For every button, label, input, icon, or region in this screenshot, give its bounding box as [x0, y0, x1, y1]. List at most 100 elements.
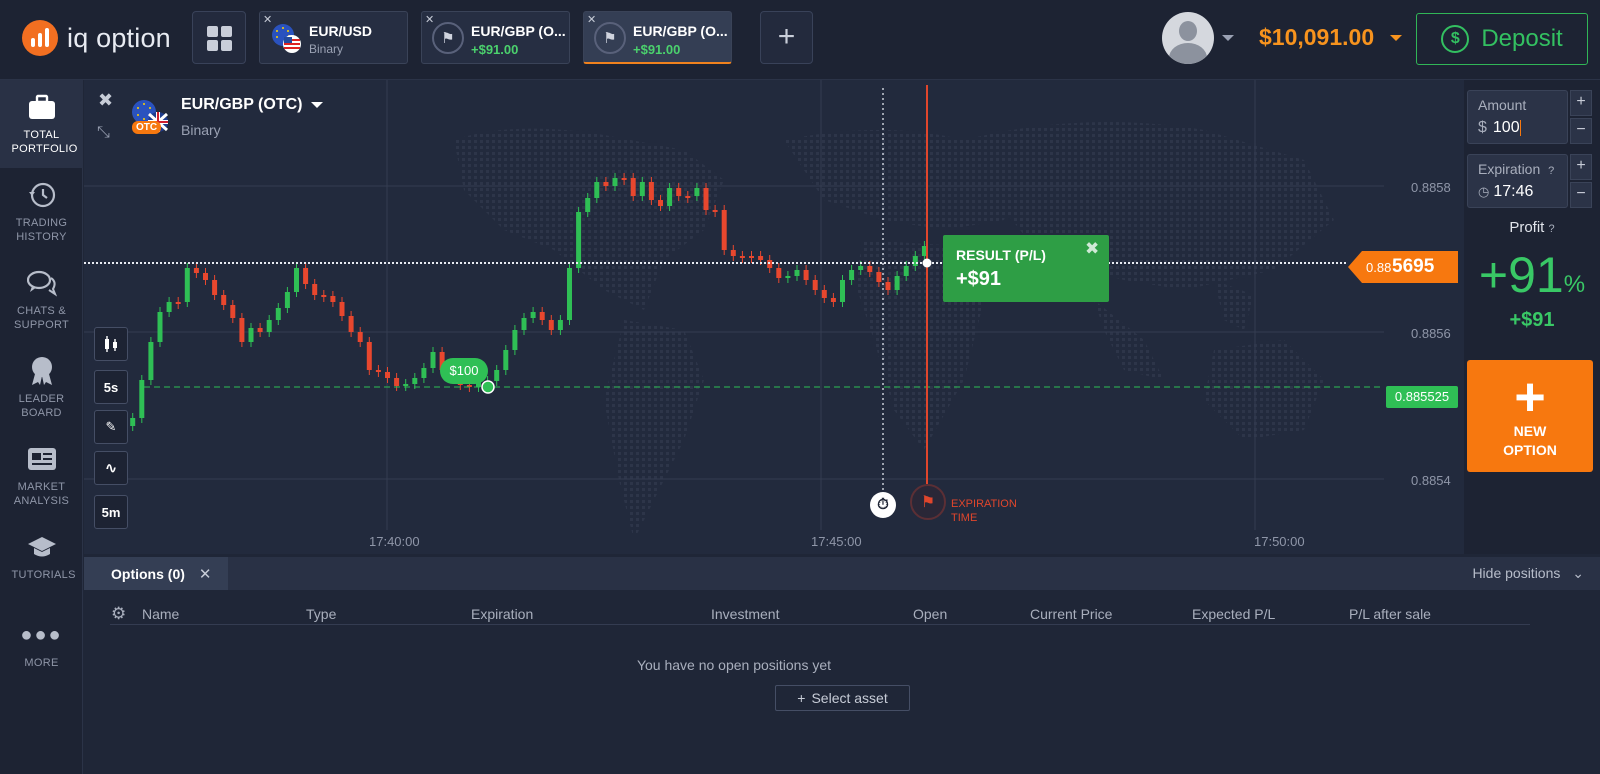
asset-tab-eurusd[interactable]: ✕ EUR/USD Binary [259, 11, 408, 64]
candle-timeframe-button[interactable]: 5s [94, 370, 128, 404]
candle [394, 378, 400, 386]
close-result-icon[interactable]: ✖ [1085, 239, 1099, 259]
investment-marker[interactable]: $100 [440, 358, 488, 384]
tab-options[interactable]: Options (0) ✕ [84, 557, 228, 590]
candle [548, 320, 554, 330]
candle [239, 318, 245, 342]
amount-field[interactable]: Amount $100 [1467, 90, 1568, 144]
current-price-tag: 0.88 5695 [1348, 251, 1458, 283]
x-tick-label: 17:50:00 [1254, 534, 1305, 549]
candle [139, 380, 145, 418]
column-header-expiration[interactable]: Expiration [471, 606, 533, 622]
sidebar-item-label: TUTORIALS [11, 569, 76, 581]
amount-increase-button[interactable]: + [1570, 90, 1592, 116]
close-tab-icon[interactable]: ✕ [425, 13, 434, 26]
collapse-icon[interactable]: ⤡ [97, 124, 110, 142]
select-asset-button[interactable]: + Select asset [775, 685, 910, 711]
candle [157, 312, 163, 342]
candle [166, 302, 172, 312]
sidebar-item-trading-history[interactable]: TRADING HISTORY [0, 168, 83, 256]
close-tab-icon[interactable]: ✕ [587, 13, 596, 26]
amount-decrease-button[interactable]: − [1570, 118, 1592, 144]
chart-canvas[interactable] [84, 80, 1464, 554]
profile-dropdown-icon[interactable] [1222, 35, 1234, 41]
candle [776, 268, 782, 278]
hide-positions-button[interactable]: Hide positions ⌄ [1472, 565, 1584, 582]
entry-price-tag: 0.885525 [1386, 386, 1458, 408]
current-point-marker [922, 258, 932, 268]
deposit-button[interactable]: $ Deposit [1416, 13, 1588, 65]
candle [130, 418, 136, 426]
asset-title-dropdown[interactable]: EUR/GBP (OTC) [181, 96, 323, 114]
trading-chart[interactable]: ✖ ⤡ OTC EUR/GBP (OTC) Binary 5s ✎ ∿ 5m 0… [84, 80, 1464, 554]
column-header-type[interactable]: Type [306, 606, 336, 622]
profit-label: Profit ? [1509, 219, 1555, 236]
candle [812, 280, 818, 290]
x-tick-label: 17:45:00 [811, 534, 862, 549]
expiration-field[interactable]: Expiration ? ◷ 17:46 [1467, 154, 1568, 208]
candle [603, 182, 609, 186]
column-header-pl-after-sale[interactable]: P/L after sale [1349, 606, 1431, 622]
candle [221, 295, 227, 305]
chart-type-button[interactable] [94, 327, 128, 361]
new-option-button[interactable]: + NEW OPTION [1467, 360, 1593, 472]
candle [739, 256, 745, 258]
avatar[interactable] [1162, 12, 1214, 64]
candle [785, 276, 791, 278]
tab-profit: +$91.00 [471, 42, 519, 57]
tab-label: Options [111, 565, 164, 582]
candle [694, 188, 700, 196]
asset-tab-eurgbp-1[interactable]: ✕ ⚑ EUR/GBP (O... +$91.00 [421, 11, 570, 64]
plus-icon: + [797, 690, 806, 706]
sidebar-item-label: LEADER BOARD [18, 393, 65, 419]
column-header-expected-pl[interactable]: Expected P/L [1192, 606, 1275, 622]
chat-icon [26, 268, 57, 298]
column-header-name[interactable]: Name [142, 606, 179, 622]
logo[interactable]: iq option [22, 20, 171, 56]
candle [330, 296, 336, 302]
candle [794, 270, 800, 276]
sidebar-item-label: TOTAL PORTFOLIO [11, 129, 78, 155]
candle [840, 280, 845, 302]
sidebar-item-chats-support[interactable]: CHATS & SUPPORT [0, 256, 83, 344]
close-icon[interactable]: ✕ [199, 565, 212, 583]
indicators-button[interactable]: ∿ [94, 451, 128, 485]
timer-icon: ⏱ [870, 492, 896, 518]
grid-icon [207, 26, 218, 37]
amount-value[interactable]: $100 [1478, 119, 1521, 137]
add-tab-button[interactable]: + [760, 11, 813, 64]
expiration-decrease-button[interactable]: − [1570, 182, 1592, 208]
drawing-tool-button[interactable]: ✎ [94, 410, 128, 444]
sidebar-item-market-analysis[interactable]: MARKET ANALYSIS [0, 432, 83, 520]
candle [585, 198, 591, 212]
sidebar-item-label: MARKET ANALYSIS [13, 481, 70, 507]
column-header-open[interactable]: Open [913, 606, 947, 622]
result-popup: RESULT (P/L) +$91 ✖ [943, 235, 1109, 302]
deposit-icon: $ [1441, 25, 1470, 53]
candle [421, 368, 427, 378]
column-header-investment[interactable]: Investment [711, 606, 779, 622]
sidebar-item-total-portfolio[interactable]: TOTAL PORTFOLIO [0, 80, 83, 168]
expiration-increase-button[interactable]: + [1570, 154, 1592, 180]
gear-icon[interactable]: ⚙ [111, 604, 126, 624]
candle [148, 342, 154, 380]
positions-panel: Options (0) ✕ Hide positions ⌄ ⚙ Name Ty… [84, 557, 1600, 774]
candle [721, 210, 727, 250]
balance-dropdown-icon[interactable] [1390, 35, 1402, 41]
candlestick-icon [105, 336, 117, 352]
account-balance[interactable]: $10,091.00 [1259, 24, 1374, 51]
asset-grid-button[interactable] [192, 11, 246, 64]
sidebar-item-more[interactable]: ●●● MORE [0, 608, 83, 696]
chart-timeframe-button[interactable]: 5m [94, 495, 128, 529]
column-header-current-price[interactable]: Current Price [1030, 606, 1112, 622]
candle [821, 290, 827, 298]
sidebar-item-leader-board[interactable]: LEADER BOARD [0, 344, 83, 432]
asset-title: EUR/GBP (OTC) [181, 96, 303, 113]
medal-icon [27, 356, 57, 386]
asset-tab-eurgbp-2[interactable]: ✕ ⚑ EUR/GBP (O... +$91.00 [583, 11, 732, 64]
sidebar-item-tutorials[interactable]: TUTORIALS [0, 520, 83, 608]
candle [212, 280, 218, 295]
entry-point-marker [481, 380, 495, 394]
close-chart-icon[interactable]: ✖ [98, 90, 113, 111]
tab-subtitle: Binary [309, 42, 344, 56]
